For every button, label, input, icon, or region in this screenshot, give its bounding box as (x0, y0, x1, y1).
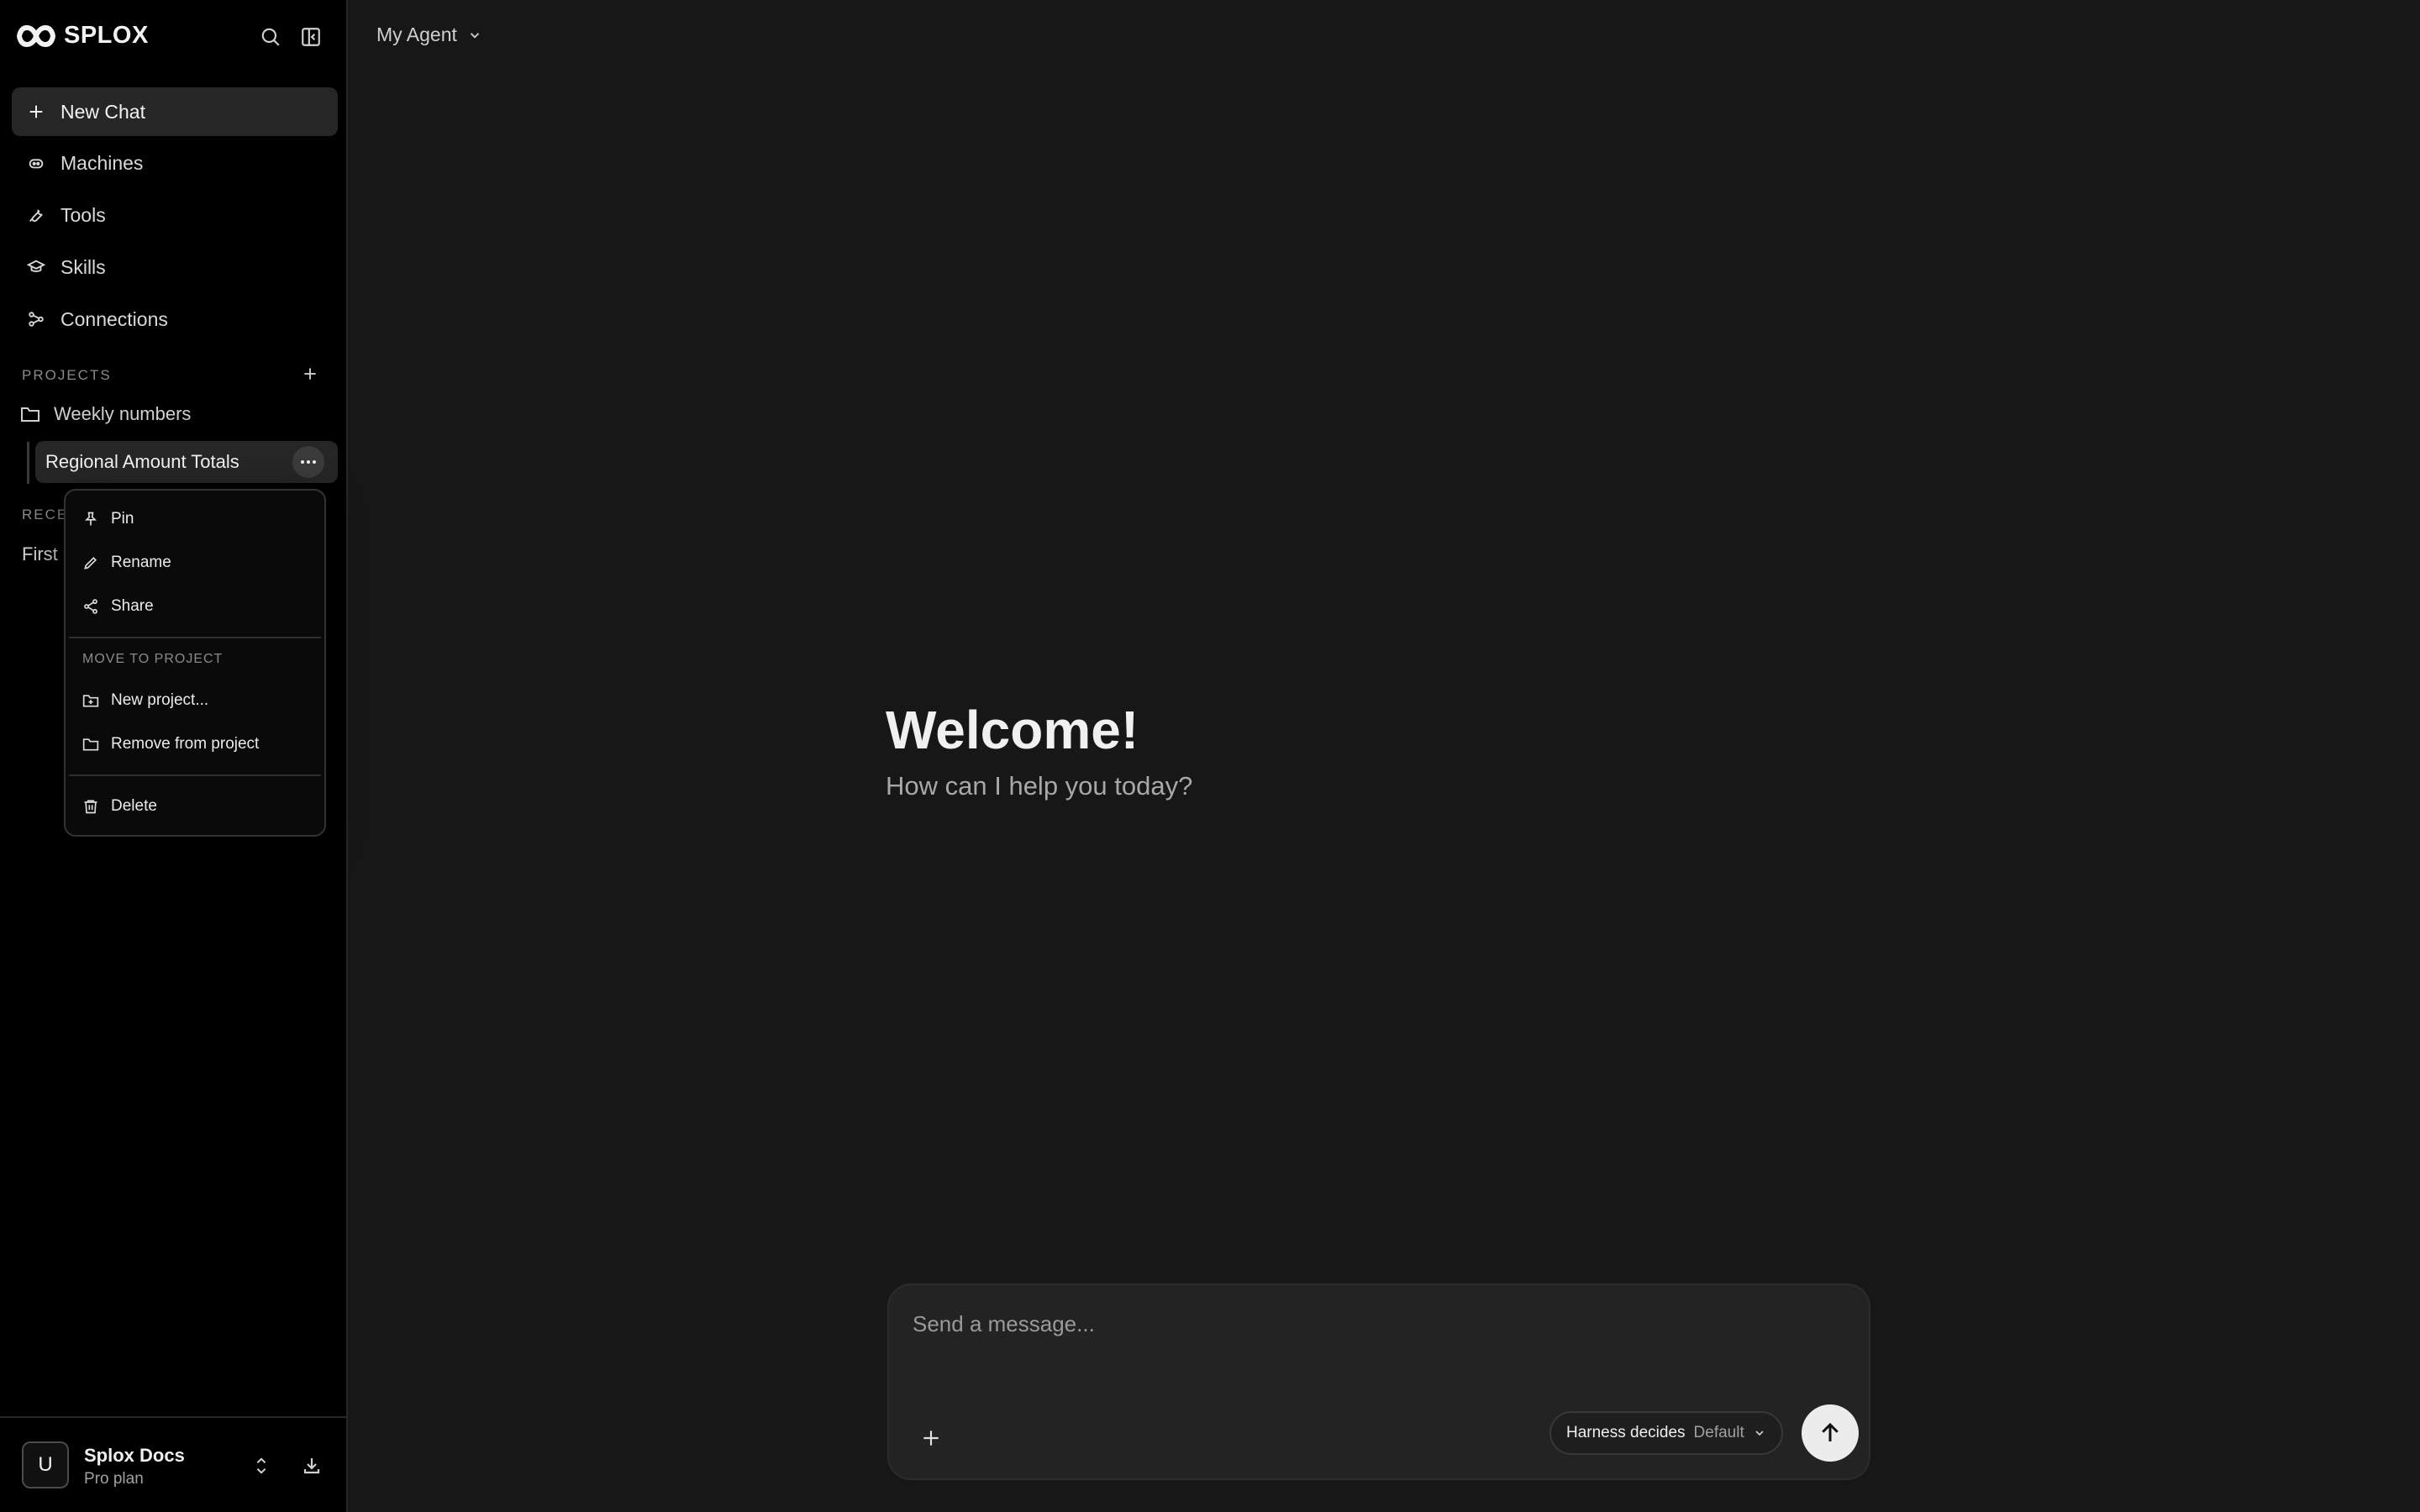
folder-plus-icon (82, 692, 99, 709)
menu-item-delete[interactable]: Delete (82, 788, 311, 825)
menu-item-remove-from-project[interactable]: Remove from project (82, 726, 311, 763)
add-project-icon[interactable] (299, 363, 321, 385)
pencil-icon (82, 554, 99, 571)
trash-icon (82, 798, 99, 815)
menu-item-label: Delete (111, 797, 157, 815)
tree-line (27, 442, 29, 484)
user-name[interactable]: Splox Docs (84, 1445, 185, 1467)
menu-divider (69, 637, 321, 638)
message-composer: Harness decides Default (887, 1284, 1870, 1480)
user-plan: Pro plan (84, 1470, 144, 1488)
agent-name: My Agent (376, 24, 457, 45)
connections-icon (27, 310, 45, 328)
sidebar-item-skills[interactable]: Skills (12, 243, 338, 291)
sidebar-item-tools[interactable]: Tools (12, 191, 338, 239)
search-icon[interactable] (257, 24, 284, 50)
sidebar-item-label: Connections (60, 307, 168, 330)
menu-item-label: Rename (111, 554, 171, 571)
send-button[interactable] (1802, 1404, 1859, 1462)
arrow-up-icon (1818, 1420, 1843, 1446)
menu-item-label: New project... (111, 691, 209, 709)
attach-button[interactable] (914, 1421, 948, 1455)
model-mode: Harness decides (1566, 1424, 1686, 1441)
chevron-down-icon (467, 28, 482, 43)
menu-divider (69, 774, 321, 776)
chat-title: Regional Amount Totals (45, 451, 239, 472)
menu-item-new-project[interactable]: New project... (82, 682, 311, 719)
plus-icon (920, 1427, 942, 1449)
wrench-icon (27, 206, 45, 224)
sidebar-item-label: Machines (60, 151, 144, 174)
graduation-cap-icon (27, 258, 45, 276)
message-input[interactable] (913, 1307, 1753, 1341)
welcome-title: Welcome! (886, 700, 1139, 760)
chevron-down-icon (1753, 1426, 1766, 1440)
recents-section-label: RECE (22, 507, 69, 522)
menu-item-pin[interactable]: Pin (82, 501, 311, 538)
projects-section-label: PROJECTS (22, 367, 112, 383)
new-chat-button[interactable]: New Chat (12, 87, 338, 136)
project-item-weekly-numbers[interactable]: Weekly numbers (20, 403, 191, 425)
welcome-subtitle: How can I help you today? (886, 771, 1193, 801)
menu-item-share[interactable]: Share (82, 588, 311, 625)
model-variant: Default (1693, 1424, 1744, 1441)
avatar[interactable]: U (22, 1441, 69, 1488)
chat-context-menu: Pin Rename Share MOVE TO PROJECT New pro… (64, 489, 326, 837)
brand[interactable]: SPLOX (17, 22, 149, 50)
splox-logo-icon (17, 24, 55, 47)
project-name: Weekly numbers (54, 403, 192, 424)
model-selector[interactable]: Harness decides Default (1549, 1411, 1783, 1455)
new-chat-label: New Chat (60, 100, 145, 123)
sidebar-toggle-icon[interactable] (297, 24, 324, 50)
robot-icon (27, 154, 45, 172)
user-panel: U Splox Docs Pro plan (0, 1416, 348, 1512)
sidebar-item-label: Skills (60, 255, 106, 278)
menu-item-label: Remove from project (111, 735, 260, 753)
chevron-up-down-icon[interactable] (249, 1453, 274, 1478)
pin-icon (82, 511, 99, 528)
agent-selector[interactable]: My Agent (376, 24, 482, 46)
folder-icon (82, 736, 99, 753)
plus-icon (27, 102, 45, 121)
recent-chat-item[interactable]: First (22, 543, 58, 565)
chat-item-active[interactable]: Regional Amount Totals (35, 441, 338, 483)
menu-item-rename[interactable]: Rename (82, 544, 311, 581)
more-options-button[interactable] (292, 446, 324, 478)
share-icon (82, 598, 99, 615)
menu-item-label: Share (111, 597, 154, 615)
sidebar-item-label: Tools (60, 203, 106, 226)
menu-item-label: Pin (111, 510, 134, 528)
sidebar-item-connections[interactable]: Connections (12, 295, 338, 344)
folder-icon (20, 405, 40, 423)
sidebar-item-machines[interactable]: Machines (12, 139, 338, 187)
brand-name: SPLOX (64, 22, 149, 49)
download-icon[interactable] (299, 1453, 324, 1478)
ellipsis-icon (300, 459, 317, 465)
move-to-project-label: MOVE TO PROJECT (82, 652, 224, 666)
